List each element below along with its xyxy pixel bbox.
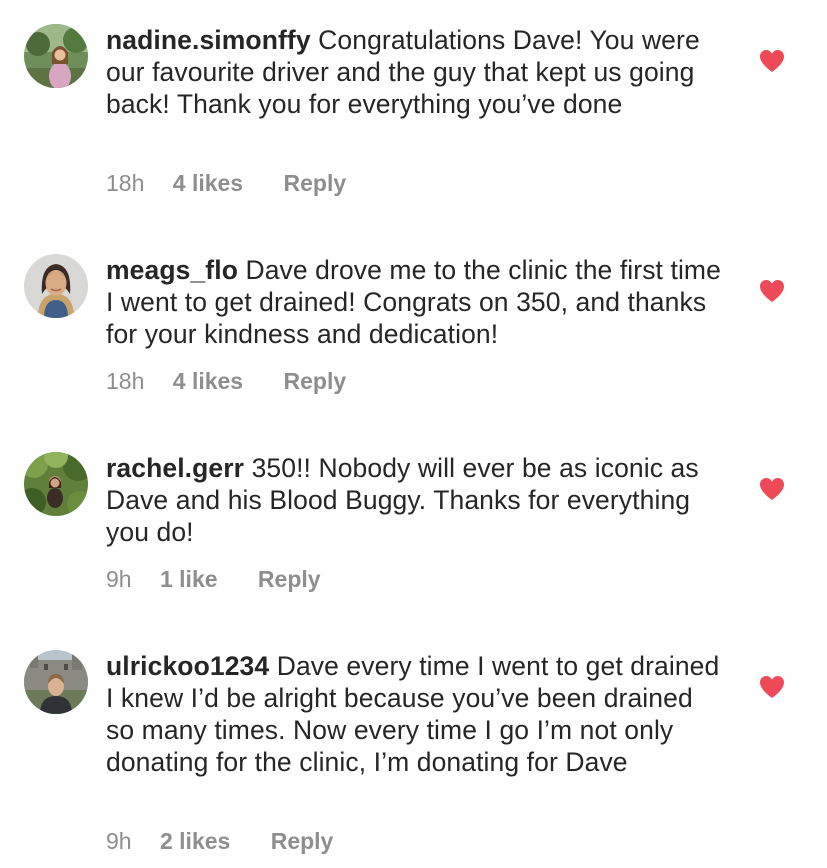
heart-filled-icon[interactable] [759, 675, 785, 699]
comment-body: nadine.simonffy Congratulations Dave! Yo… [106, 24, 726, 120]
comment-likes[interactable]: 4 likes [173, 368, 243, 394]
reply-button[interactable]: Reply [284, 170, 347, 196]
avatar[interactable] [24, 24, 88, 88]
comment-body: meags_flo Dave drove me to the clinic th… [106, 254, 726, 350]
comment-meta: 9h 2 likes Reply [106, 828, 333, 855]
comment-time: 9h [106, 566, 132, 592]
comment-time: 18h [106, 170, 145, 196]
comment-time: 18h [106, 368, 145, 394]
comment-meta: 18h 4 likes Reply [106, 368, 346, 395]
comment-username[interactable]: ulrickoo1234 [106, 651, 269, 681]
avatar[interactable] [24, 452, 88, 516]
comment-likes[interactable]: 4 likes [173, 170, 243, 196]
comment-meta: 18h 4 likes Reply [106, 170, 346, 197]
avatar[interactable] [24, 254, 88, 318]
comment-likes[interactable]: 1 like [160, 566, 218, 592]
comment-username[interactable]: rachel.gerr [106, 453, 244, 483]
avatar[interactable] [24, 650, 88, 714]
comment-list: nadine.simonffy Congratulations Dave! Yo… [0, 0, 827, 868]
comment-body: ulrickoo1234 Dave every time I went to g… [106, 650, 726, 778]
reply-button[interactable]: Reply [258, 566, 321, 592]
reply-button[interactable]: Reply [271, 828, 334, 854]
heart-filled-icon[interactable] [759, 279, 785, 303]
comment-likes[interactable]: 2 likes [160, 828, 230, 854]
comment-username[interactable]: nadine.simonffy [106, 25, 311, 55]
comment-time: 9h [106, 828, 132, 854]
comment-username[interactable]: meags_flo [106, 255, 238, 285]
heart-filled-icon[interactable] [759, 477, 785, 501]
reply-button[interactable]: Reply [284, 368, 347, 394]
heart-filled-icon[interactable] [759, 49, 785, 73]
comment-meta: 9h 1 like Reply [106, 566, 321, 593]
comment-body: rachel.gerr 350!! Nobody will ever be as… [106, 452, 726, 548]
